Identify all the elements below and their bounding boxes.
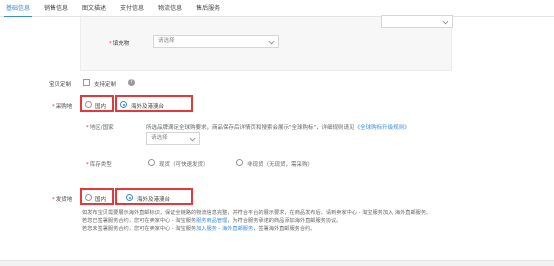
custom-label: 宝贝定制: [49, 82, 72, 88]
tab-after-sales[interactable]: 售后服务: [196, 0, 220, 17]
purchase-overseas-label: 海外及港澳台: [131, 104, 165, 110]
tab-description[interactable]: 图文描述: [82, 0, 106, 17]
shipping-overseas-radio[interactable]: [126, 194, 133, 201]
shipping-note-2: 若您已签署服务合约，您可在卖家中心 - 淘宝服务服务商品管理，为符合服务承诺的商…: [82, 218, 342, 224]
shipping-overseas-label: 海外及港澳台: [137, 197, 171, 203]
region-note: 所选品牌满足全球购要求，商品保存后详情页和搜索会展示"全球购标"，详细规则请见《…: [146, 125, 410, 131]
form-panel: *填充物 请选择 宝贝定制 支持定制 ? *采购地 国内 海外及港澳台 *地区/…: [0, 15, 554, 260]
region-label: *地区/国家: [86, 125, 114, 131]
stock-preorder-radio[interactable]: [236, 159, 243, 166]
partial-select[interactable]: [381, 15, 453, 28]
shipping-label: *发货地: [52, 197, 73, 203]
stock-instock-radio[interactable]: [148, 159, 155, 166]
purchase-label: *采购地: [52, 104, 73, 110]
tab-basic-info[interactable]: 基础信息: [3, 0, 33, 18]
shipping-domestic-label: 国内: [95, 197, 107, 203]
shipping-domestic-radio[interactable]: [85, 194, 92, 201]
shipping-note-3: 若您未签署服务合约，您可在卖家中心 - 淘宝服务加入服务 - 海外直邮服务，签署…: [82, 226, 316, 232]
purchase-domestic-label: 国内: [95, 104, 107, 110]
chevron-down-icon: [189, 135, 196, 142]
tab-sales-info[interactable]: 销售信息: [44, 0, 68, 17]
chevron-down-icon: [442, 18, 449, 25]
join-service-link[interactable]: 加入服务 - 海外直邮服务: [196, 226, 253, 232]
stock-label: *库存类型: [86, 162, 112, 168]
purchase-domestic-radio[interactable]: [85, 101, 92, 108]
fill-label: *填充物: [109, 41, 130, 47]
chevron-down-icon: [268, 38, 275, 45]
tab-logistics-info[interactable]: 物流信息: [158, 0, 182, 17]
panel-footer-strip: [0, 260, 554, 266]
fill-select[interactable]: 请选择: [153, 35, 279, 48]
service-goods-link[interactable]: 服务商品管理: [196, 218, 227, 224]
purchase-overseas-radio[interactable]: [120, 101, 127, 108]
custom-checkbox-label: 支持定制: [94, 82, 117, 88]
help-icon[interactable]: ?: [128, 79, 135, 86]
tab-bar: 基础信息 销售信息 图文描述 支付信息 物流信息 售后服务: [0, 0, 554, 18]
custom-checkbox[interactable]: [83, 79, 90, 86]
shipping-note-1: 如发布宝贝需要展示海外直邮标识，保证全链路的物流信息完整，并符合平台的展示要求，…: [82, 210, 432, 216]
region-select[interactable]: 请选择: [146, 132, 200, 145]
global-rules-link[interactable]: 《全球购标升级规则》: [355, 125, 410, 131]
stock-preorder-label: 非现货（无现货，需采购）: [247, 162, 314, 168]
attribute-box: *填充物 请选择: [80, 15, 453, 71]
tab-payment-info[interactable]: 支付信息: [120, 0, 144, 17]
stock-instock-label: 现货（可快速发货）: [159, 162, 209, 168]
